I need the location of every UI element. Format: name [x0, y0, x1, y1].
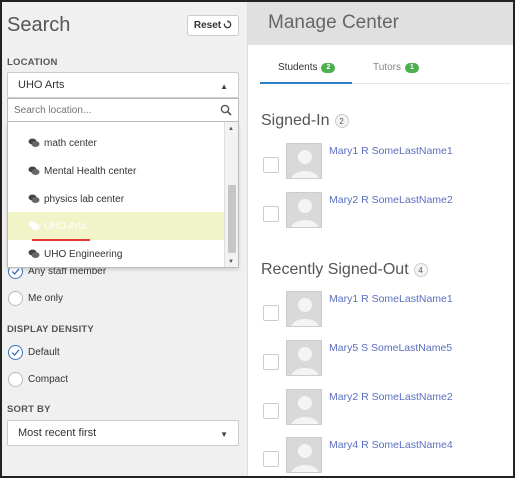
list-item: Mary1 R SomeLastName1 [263, 291, 513, 331]
signed-out-heading: Recently Signed-Out 4 [261, 261, 428, 279]
signed-in-heading: Signed-In 2 [261, 112, 349, 130]
location-search-field[interactable] [7, 98, 239, 122]
location-select[interactable]: UHO Arts ▲ [7, 72, 239, 98]
radio-unchecked-icon[interactable] [8, 291, 23, 306]
location-option-label: UHO Arts [44, 220, 87, 232]
location-option-label: UHO Engineering [44, 248, 123, 260]
tab-label: Students [278, 62, 318, 73]
list-item: Mary4 R SomeLastName4 [263, 437, 513, 476]
select-checkbox[interactable] [263, 305, 279, 321]
reset-icon [223, 19, 232, 32]
count-badge: 1 [404, 62, 419, 73]
location-option-label: physics lab center [44, 193, 125, 205]
reset-button[interactable]: Reset [187, 15, 239, 36]
scroll-up-arrow-icon[interactable]: ▲ [228, 126, 234, 132]
count-badge: 2 [334, 114, 349, 128]
staff-option-me[interactable]: Me only [8, 291, 63, 306]
avatar [286, 143, 322, 179]
count-badge: 4 [413, 263, 428, 277]
person-placeholder-icon [287, 292, 321, 326]
staff-option-label: Me only [28, 293, 64, 304]
location-option-selected[interactable]: UHO Arts [8, 212, 225, 240]
person-placeholder-icon [287, 341, 321, 375]
caret-down-icon: ▼ [220, 430, 228, 439]
location-selected-value: UHO Arts [18, 79, 65, 91]
avatar [286, 437, 322, 473]
select-checkbox[interactable] [263, 403, 279, 419]
reset-label: Reset [193, 20, 222, 31]
student-name-link[interactable]: Mary1 R SomeLastName1 [329, 293, 453, 305]
list-item: Mary5 S SomeLastName5 [263, 340, 513, 380]
search-panel: Search Reset LOCATION UHO Arts ▲ math ce… [2, 2, 248, 476]
person-placeholder-icon [287, 193, 321, 227]
active-tab-indicator [260, 82, 352, 84]
person-placeholder-icon [287, 438, 321, 472]
search-title: Search [7, 14, 71, 36]
density-option-label: Compact [28, 374, 69, 385]
location-dropdown-list: math center Mental Health center physics… [7, 122, 239, 268]
location-option-label: Mental Health center [44, 165, 137, 177]
scroll-down-arrow-icon[interactable]: ▼ [228, 259, 234, 265]
student-name-link[interactable]: Mary1 R SomeLastName1 [329, 145, 453, 157]
chat-icon [28, 249, 40, 259]
scrollbar-thumb[interactable] [228, 185, 236, 253]
tab-bar: Students 2 Tutors 1 [260, 54, 510, 84]
avatar [286, 389, 322, 425]
section-title: Signed-In [261, 112, 330, 129]
sort-by-label: SORT BY [7, 404, 51, 415]
app-window: Search Reset LOCATION UHO Arts ▲ math ce… [0, 0, 515, 478]
select-checkbox[interactable] [263, 206, 279, 222]
chat-icon [28, 194, 40, 204]
red-underline-mark [32, 239, 90, 241]
student-name-link[interactable]: Mary2 R SomeLastName2 [329, 391, 453, 403]
person-placeholder-icon [287, 144, 321, 178]
radio-unchecked-icon[interactable] [8, 372, 23, 387]
student-name-link[interactable]: Mary5 S SomeLastName5 [329, 342, 452, 354]
list-item: Mary2 R SomeLastName2 [263, 192, 513, 232]
density-option-default[interactable]: Default [8, 345, 60, 360]
manage-center-header: Manage Center [248, 2, 513, 45]
tab-students[interactable]: Students 2 [278, 62, 336, 73]
chat-icon [28, 166, 40, 176]
list-item: Mary1 R SomeLastName1 [263, 143, 513, 183]
tab-label: Tutors [373, 62, 401, 73]
density-option-label: Default [28, 347, 60, 358]
chat-icon [28, 138, 40, 148]
tab-tutors[interactable]: Tutors 1 [373, 62, 419, 73]
avatar [286, 291, 322, 327]
avatar [286, 340, 322, 376]
sort-select[interactable]: Most recent first ▼ [7, 420, 239, 446]
radio-checked-icon[interactable] [8, 345, 23, 360]
display-density-label: DISPLAY DENSITY [7, 324, 94, 335]
page-title: Manage Center [268, 12, 399, 33]
chat-icon [28, 221, 40, 231]
select-checkbox[interactable] [263, 157, 279, 173]
list-item: Mary2 R SomeLastName2 [263, 389, 513, 429]
student-name-link[interactable]: Mary4 R SomeLastName4 [329, 439, 453, 451]
select-checkbox[interactable] [263, 451, 279, 467]
sort-selected-value: Most recent first [18, 427, 97, 439]
avatar [286, 192, 322, 228]
search-icon [220, 103, 232, 121]
density-option-compact[interactable]: Compact [8, 372, 68, 387]
location-option-label: math center [44, 137, 97, 149]
caret-up-icon: ▲ [220, 82, 228, 91]
person-placeholder-icon [287, 390, 321, 424]
student-name-link[interactable]: Mary2 R SomeLastName2 [329, 194, 453, 206]
select-checkbox[interactable] [263, 354, 279, 370]
section-title: Recently Signed-Out [261, 261, 409, 278]
location-search-input[interactable] [8, 104, 208, 116]
dropdown-scrollbar[interactable]: ▲ ▼ [224, 122, 238, 267]
location-option[interactable]: Mental Health center [8, 157, 225, 185]
location-label: LOCATION [7, 57, 58, 68]
location-option[interactable]: UHO Engineering [8, 240, 225, 267]
manage-center-panel: Manage Center Students 2 Tutors 1 Signed… [248, 2, 513, 476]
location-option[interactable]: physics lab center [8, 185, 225, 213]
count-badge: 2 [321, 62, 336, 73]
location-option[interactable]: math center [8, 129, 225, 157]
